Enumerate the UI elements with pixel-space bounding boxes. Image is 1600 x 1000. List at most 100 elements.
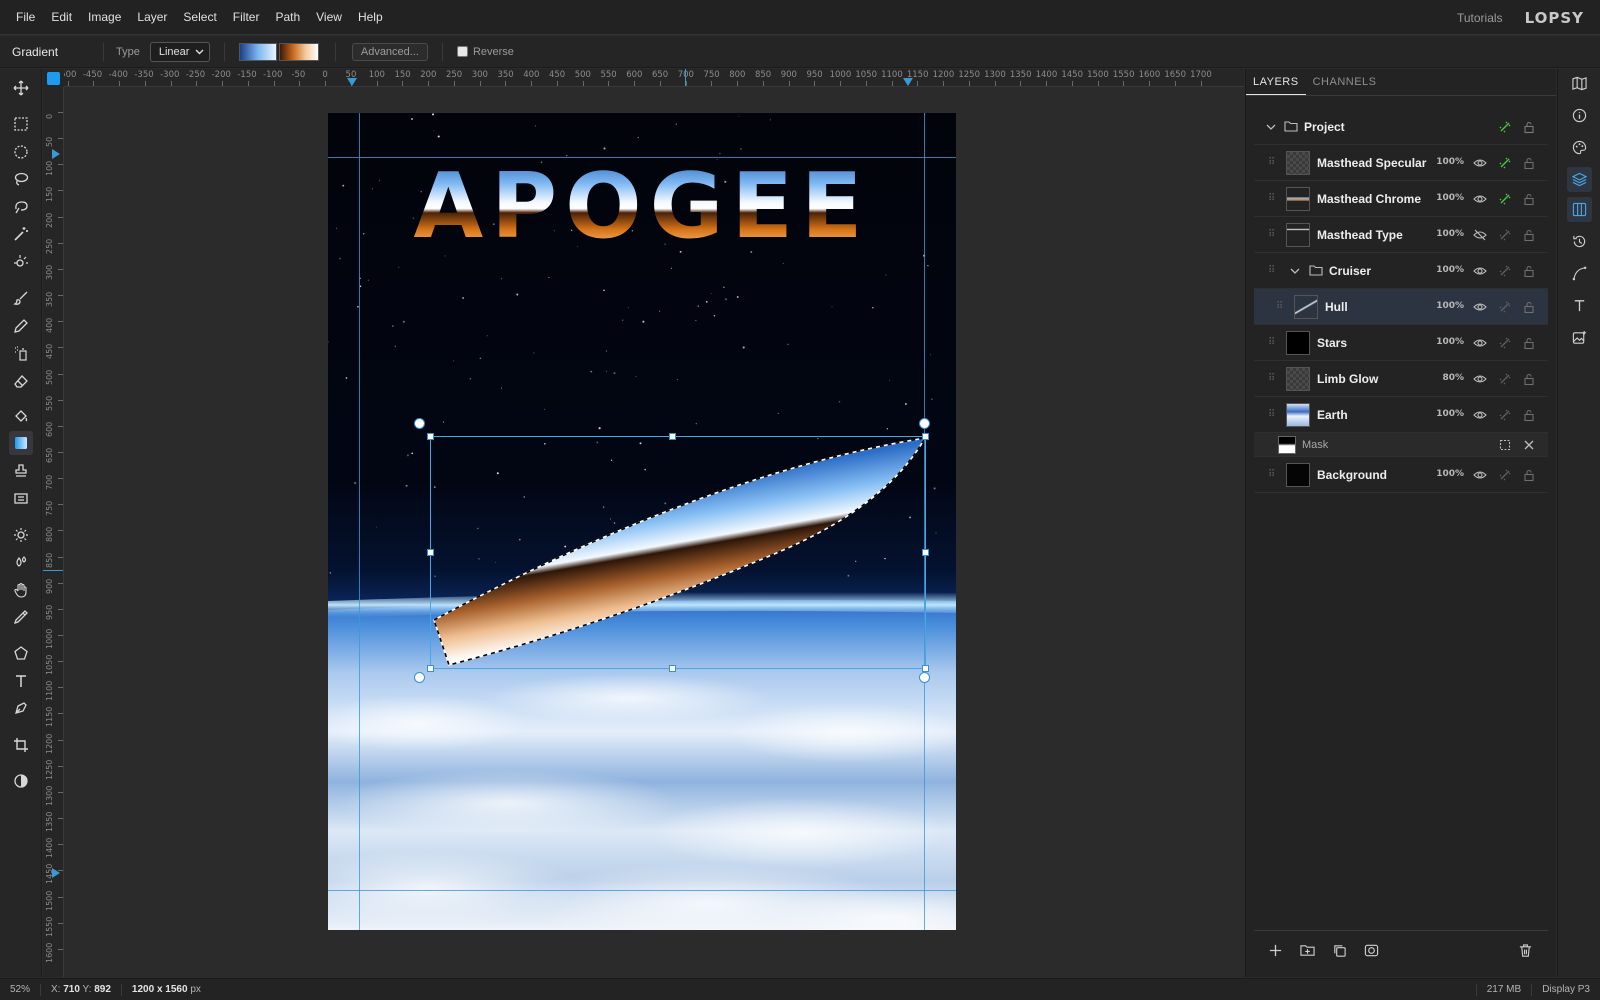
layer-mask-row[interactable]: Mask xyxy=(1254,433,1548,457)
move-tool[interactable] xyxy=(9,76,33,100)
rotate-handle[interactable] xyxy=(919,418,930,429)
gradient-swatch-blue[interactable] xyxy=(238,42,277,61)
guide-horizontal[interactable] xyxy=(328,157,956,158)
mask-thumbnail[interactable] xyxy=(1278,436,1296,454)
layer-opacity[interactable]: 80% xyxy=(1424,373,1464,383)
image-panel-button[interactable] xyxy=(1567,325,1592,350)
transform-handle[interactable] xyxy=(922,665,929,672)
advanced-button[interactable]: Advanced... xyxy=(351,42,428,61)
transform-bounding-box[interactable] xyxy=(430,436,926,669)
drag-handle-icon[interactable]: ⠿ xyxy=(1268,229,1275,240)
transform-handle[interactable] xyxy=(427,433,434,440)
layer-thumbnail[interactable] xyxy=(1286,367,1310,391)
shape-tool[interactable] xyxy=(9,641,33,665)
menu-select[interactable]: Select xyxy=(175,0,224,35)
stamp-tool[interactable] xyxy=(9,459,33,483)
layer-thumbnail[interactable] xyxy=(1286,187,1310,211)
layer-thumbnail[interactable] xyxy=(1286,223,1310,247)
layer-opacity[interactable]: 100% xyxy=(1424,409,1464,419)
layer-opacity[interactable]: 100% xyxy=(1424,193,1464,203)
document-canvas[interactable]: APOGEE xyxy=(328,113,956,930)
eraser-tool[interactable] xyxy=(9,369,33,393)
drag-handle-icon[interactable]: ⠿ xyxy=(1268,409,1275,420)
eye-icon[interactable] xyxy=(1472,263,1488,279)
fx-icon[interactable] xyxy=(1497,155,1513,171)
navigator-panel-button[interactable] xyxy=(1567,71,1592,96)
menu-image[interactable]: Image xyxy=(80,0,129,35)
layer-opacity[interactable]: 100% xyxy=(1424,337,1464,347)
eye-icon[interactable] xyxy=(1472,371,1488,387)
layer-row-limb-glow[interactable]: ⠿ Limb Glow 80% xyxy=(1254,361,1548,397)
rotate-handle[interactable] xyxy=(414,672,425,683)
layer-opacity[interactable]: 100% xyxy=(1424,469,1464,479)
eye-icon[interactable] xyxy=(1472,299,1488,315)
layer-opacity[interactable]: 100% xyxy=(1424,301,1464,311)
menu-view[interactable]: View xyxy=(308,0,350,35)
drag-handle-icon[interactable]: ⠿ xyxy=(1268,373,1275,384)
menu-help[interactable]: Help xyxy=(350,0,391,35)
zoom-level[interactable]: 52% xyxy=(0,983,42,996)
chevron-down-icon[interactable] xyxy=(1266,123,1276,131)
lock-icon[interactable] xyxy=(1521,155,1537,171)
transform-handle[interactable] xyxy=(669,433,676,440)
fx-icon[interactable] xyxy=(1497,467,1513,483)
layer-row-hull[interactable]: ⠿ Hull 100% xyxy=(1254,289,1548,325)
layer-thumbnail[interactable] xyxy=(1286,331,1310,355)
guide-marker[interactable] xyxy=(52,868,60,878)
eye-icon[interactable] xyxy=(1472,467,1488,483)
lasso-tool[interactable] xyxy=(9,167,33,191)
fill-tool[interactable] xyxy=(9,404,33,428)
eye-icon[interactable] xyxy=(1472,407,1488,423)
lock-icon[interactable] xyxy=(1521,335,1537,351)
magnetic-lasso-tool[interactable] xyxy=(9,195,33,219)
reverse-toggle[interactable]: Reverse xyxy=(456,46,514,58)
drag-handle-icon[interactable]: ⠿ xyxy=(1268,193,1275,204)
menu-path[interactable]: Path xyxy=(267,0,308,35)
lock-icon[interactable] xyxy=(1521,119,1537,135)
add-group-button[interactable] xyxy=(1298,941,1316,959)
transform-handle[interactable] xyxy=(669,665,676,672)
history-panel-button[interactable] xyxy=(1567,229,1592,254)
layer-row-cruiser[interactable]: ⠿ Cruiser 100% xyxy=(1254,253,1548,289)
add-mask-button[interactable] xyxy=(1362,941,1380,959)
layer-opacity[interactable]: 100% xyxy=(1424,229,1464,239)
lock-icon[interactable] xyxy=(1521,299,1537,315)
tab-layers[interactable]: LAYERS xyxy=(1246,69,1306,95)
fx-icon[interactable] xyxy=(1497,263,1513,279)
layer-row-masthead-chrome[interactable]: ⠿ Masthead Chrome 100% xyxy=(1254,181,1548,217)
info-panel-button[interactable] xyxy=(1567,103,1592,128)
duplicate-layer-button[interactable] xyxy=(1330,941,1348,959)
lock-icon[interactable] xyxy=(1521,263,1537,279)
dodge-tool[interactable] xyxy=(9,523,33,547)
eyedropper-tool[interactable] xyxy=(9,605,33,629)
layer-thumbnail[interactable] xyxy=(1286,463,1310,487)
channels-panel-button[interactable] xyxy=(1567,197,1592,222)
add-layer-button[interactable] xyxy=(1266,941,1284,959)
rotate-handle[interactable] xyxy=(919,672,930,683)
vertical-ruler[interactable]: 0 50 100 150 200 250 300 350 400 450 500 550 600 650 7… xyxy=(43,87,64,977)
eye-icon[interactable] xyxy=(1472,155,1488,171)
fx-icon[interactable] xyxy=(1497,335,1513,351)
drag-handle-icon[interactable]: ⠿ xyxy=(1268,157,1275,168)
layers-panel-button[interactable] xyxy=(1567,167,1592,192)
blur-tool[interactable] xyxy=(9,550,33,574)
layer-opacity[interactable]: 100% xyxy=(1424,265,1464,275)
layer-thumbnail[interactable] xyxy=(1286,151,1310,175)
character-panel-button[interactable] xyxy=(1567,293,1592,318)
lock-icon[interactable] xyxy=(1521,407,1537,423)
layer-row-masthead-specular[interactable]: ⠿ Masthead Specular 100% xyxy=(1254,145,1548,181)
paths-panel-button[interactable] xyxy=(1567,261,1592,286)
fx-icon[interactable] xyxy=(1497,191,1513,207)
transform-handle[interactable] xyxy=(922,433,929,440)
eye-icon[interactable] xyxy=(1472,191,1488,207)
hand-tool[interactable] xyxy=(9,578,33,602)
transform-handle[interactable] xyxy=(427,549,434,556)
reverse-checkbox[interactable] xyxy=(456,46,468,57)
guide-vertical[interactable] xyxy=(359,113,360,930)
layer-opacity[interactable]: 100% xyxy=(1424,157,1464,167)
layer-thumbnail[interactable] xyxy=(1286,403,1310,427)
gradient-swatch-orange[interactable] xyxy=(278,42,319,61)
ellipse-select-tool[interactable] xyxy=(9,140,33,164)
eye-icon[interactable] xyxy=(1472,335,1488,351)
layer-thumbnail[interactable] xyxy=(1294,295,1318,319)
